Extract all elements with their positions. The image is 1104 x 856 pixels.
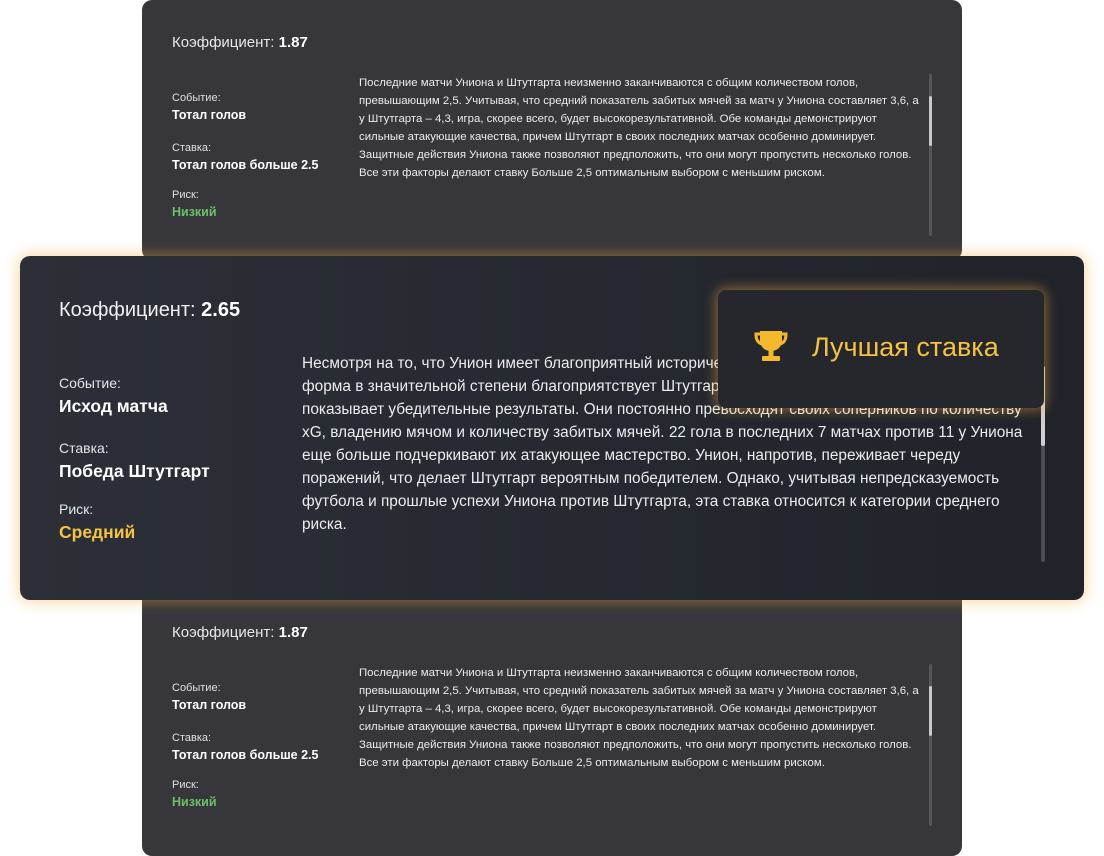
- bet-label: Ставка:: [59, 440, 109, 456]
- coefficient-value: 1.87: [278, 624, 308, 641]
- event-block: Событие: Тотал голов: [172, 682, 347, 712]
- bet-card-bottom: Коэффициент: 1.87 Событие: Тотал голов С…: [142, 590, 962, 856]
- event-value: Тотал голов: [172, 698, 247, 712]
- scrollbar[interactable]: [929, 664, 932, 826]
- risk-label: Риск:: [172, 189, 199, 201]
- risk-label: Риск:: [172, 779, 199, 791]
- event-label: Событие:: [172, 92, 221, 104]
- scrollbar-thumb[interactable]: [929, 686, 932, 736]
- risk-value: Средний: [59, 522, 136, 542]
- event-label: Событие:: [172, 682, 221, 694]
- event-block: Событие: Исход матча: [59, 375, 289, 417]
- risk-value: Низкий: [172, 205, 217, 219]
- risk-label: Риск:: [59, 501, 94, 517]
- coefficient-value: 2.65: [201, 299, 241, 321]
- event-label: Событие:: [59, 375, 121, 391]
- bet-block: Ставка: Тотал голов больше 2.5: [172, 142, 347, 172]
- event-value: Тотал голов: [172, 108, 247, 122]
- bet-label: Ставка:: [172, 732, 212, 744]
- bet-card-top: Коэффициент: 1.87 Событие: Тотал голов С…: [142, 0, 962, 260]
- scrollbar-thumb[interactable]: [929, 96, 932, 146]
- risk-block: Риск: Низкий: [172, 779, 347, 809]
- description-text: Последние матчи Униона и Штутгарта неизм…: [359, 667, 919, 770]
- bet-block: Ставка: Победа Штутгарт: [59, 440, 289, 482]
- event-value: Исход матча: [59, 396, 168, 416]
- risk-value: Низкий: [172, 795, 217, 809]
- coefficient-label: Коэффициент:: [59, 299, 196, 321]
- bet-value: Победа Штутгарт: [59, 461, 210, 481]
- best-bet-badge: Лучшая ставка: [718, 290, 1044, 408]
- scrollbar[interactable]: [929, 74, 932, 236]
- coefficient-label: Коэффициент:: [172, 624, 275, 641]
- bet-value: Тотал голов больше 2.5: [172, 748, 319, 762]
- trophy-icon: [754, 331, 788, 361]
- risk-block: Риск: Средний: [59, 501, 289, 543]
- event-block: Событие: Тотал голов: [172, 92, 347, 122]
- bet-block: Ставка: Тотал голов больше 2.5: [172, 732, 347, 762]
- coefficient: Коэффициент: 1.87: [172, 34, 308, 51]
- description-text: Последние матчи Униона и Штутгарта неизм…: [359, 77, 919, 180]
- risk-block: Риск: Низкий: [172, 189, 347, 219]
- bet-label: Ставка:: [172, 142, 212, 154]
- coefficient-label: Коэффициент:: [172, 34, 275, 51]
- coefficient-value: 1.87: [278, 34, 308, 51]
- coefficient: Коэффициент: 2.65: [59, 299, 240, 322]
- best-bet-title: Лучшая ставка: [812, 332, 999, 362]
- bet-value: Тотал голов больше 2.5: [172, 158, 319, 172]
- coefficient: Коэффициент: 1.87: [172, 624, 308, 641]
